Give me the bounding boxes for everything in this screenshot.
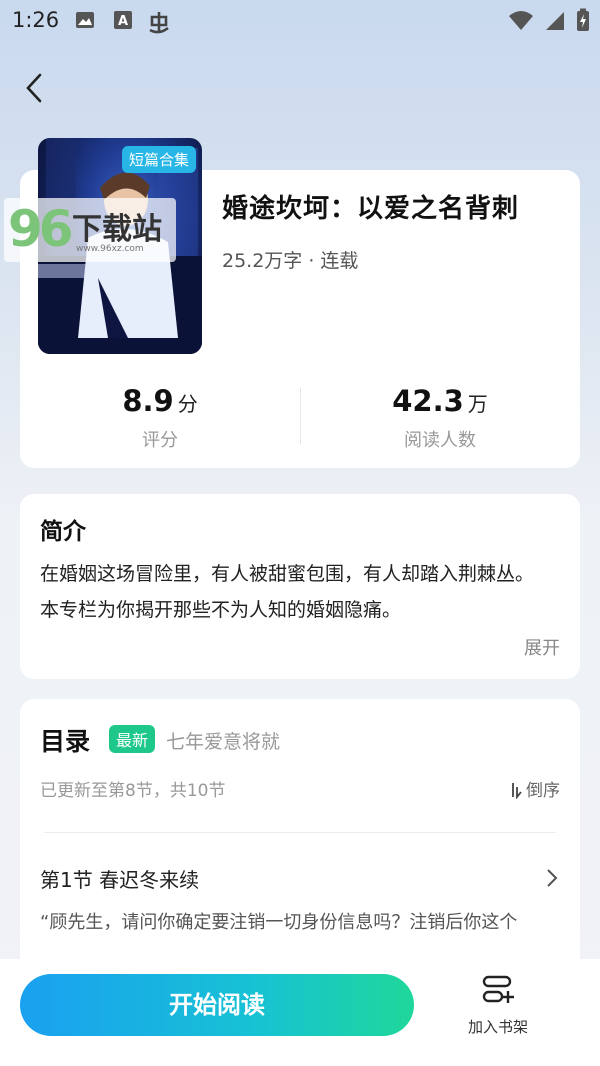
rating-label: 评分 xyxy=(142,430,178,451)
new-badge: 最新 xyxy=(109,725,156,753)
svg-text:A: A xyxy=(118,14,128,29)
start-reading-button[interactable]: 开始阅读 xyxy=(20,974,414,1036)
book-meta: 25.2万字 · 连载 xyxy=(222,250,359,272)
back-button[interactable] xyxy=(18,70,54,106)
readers-unit: 万 xyxy=(467,392,488,416)
bookshelf-add-icon xyxy=(482,975,514,1003)
watermark-url: www.96xz.com xyxy=(76,244,144,254)
chapter-excerpt: “顾先生，请问你确定要注销一切身份信息吗？注销后你这个 xyxy=(40,912,518,933)
add-to-shelf-label: 加入书架 xyxy=(467,1018,528,1036)
watermark-text: 下载站 xyxy=(72,212,162,247)
readers-stat: 42.3 万 阅读人数 xyxy=(300,384,580,452)
sort-icon xyxy=(512,783,522,800)
watermark-logo: 96 下载站 www.96xz.com xyxy=(4,198,176,262)
intro-body: 在婚姻这场冒险里，有人被甜蜜包围，有人却踏入荆棘丛。 本专栏为你揭开那些不为人知… xyxy=(40,563,535,621)
chapter-item[interactable]: 第1节 春迟冬来续 “顾先生，请问你确定要注销一切身份信息吗？注销后你这个 xyxy=(40,856,562,952)
readers-value: 42.3 xyxy=(392,384,464,418)
battery-charging-icon xyxy=(576,8,590,36)
toc-heading[interactable]: 目录 xyxy=(40,722,90,758)
toc-divider xyxy=(44,832,556,833)
status-time: 1:26 xyxy=(12,8,60,32)
latest-chapter-link[interactable]: 七年爱意将就 xyxy=(166,727,280,754)
bug-app-icon xyxy=(146,9,172,39)
signal-icon xyxy=(544,9,566,35)
image-icon xyxy=(74,9,96,35)
book-title: 婚途坎坷：以爱之名背刺 xyxy=(222,194,520,224)
rating-value: 8.9 xyxy=(122,384,174,418)
rating-unit: 分 xyxy=(177,392,198,416)
status-bar: 1:26 A xyxy=(0,0,600,44)
intro-heading: 简介 xyxy=(40,519,86,545)
wifi-icon xyxy=(508,9,534,35)
watermark-number: 96 xyxy=(8,200,74,258)
rating-stat: 8.9 分 评分 xyxy=(20,384,300,452)
font-a-icon: A xyxy=(112,9,134,35)
chevron-right-icon xyxy=(547,869,558,887)
intro-expand-button[interactable]: 展开 xyxy=(524,634,560,660)
sort-order-button[interactable]: 倒序 xyxy=(508,776,560,801)
sort-label: 倒序 xyxy=(526,781,560,801)
chevron-left-icon xyxy=(26,73,42,103)
chapter-title: 第1节 春迟冬来续 xyxy=(40,868,200,892)
add-to-shelf-button[interactable]: 加入书架 xyxy=(458,972,538,1042)
cover-tag: 短篇合集 xyxy=(121,146,196,173)
update-info: 已更新至第8节，共10节 xyxy=(40,781,226,801)
readers-label: 阅读人数 xyxy=(404,430,476,451)
